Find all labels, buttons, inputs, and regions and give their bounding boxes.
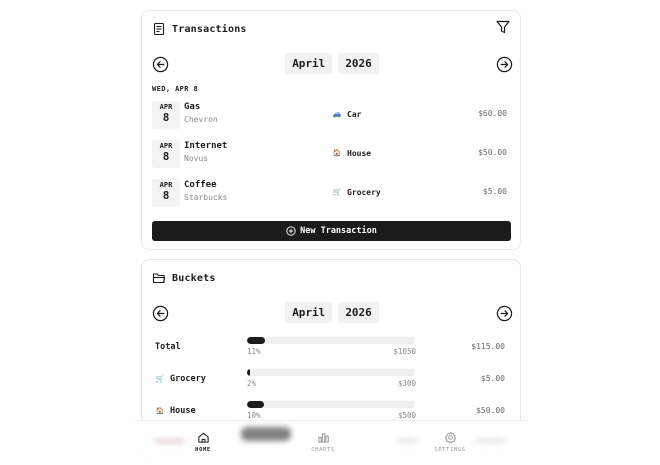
nav-charts-label: CHARTS: [311, 447, 335, 453]
car-icon: 🚙: [332, 110, 342, 118]
bottom-navigation: HOME CHARTS SETTINGS: [135, 420, 527, 465]
bucket-spent: $115.00: [471, 342, 505, 351]
transaction-amount: $5.00: [482, 187, 507, 196]
date-heading: WED, APR 8: [152, 85, 199, 93]
transaction-category: 🚙 Car: [332, 109, 362, 119]
buckets-month-selector: April 2026: [142, 302, 520, 324]
date-badge-day: 8: [162, 189, 170, 202]
home-icon: [197, 432, 209, 443]
month-pill[interactable]: April: [285, 53, 333, 74]
transaction-row[interactable]: APR 8 Coffee Starbucks 🛒 Grocery $5.00: [152, 179, 512, 207]
transaction-merchant: Starbucks: [184, 193, 228, 202]
transaction-name: Gas: [184, 102, 201, 112]
bucket-row-total[interactable]: Total 11% $1050 $115.00: [155, 337, 510, 366]
transaction-row[interactable]: APR 8 Gas Chevron 🚙 Car $60.00: [152, 101, 512, 129]
nav-home[interactable]: HOME: [181, 431, 225, 453]
transactions-header: Transactions: [152, 20, 247, 38]
bucket-name: 🛒 Grocery: [155, 374, 206, 384]
bucket-progress-fill: [247, 369, 251, 376]
bucket-progress-track: [247, 337, 415, 344]
date-badge: APR 8: [152, 101, 180, 129]
bucket-progress-fill: [247, 401, 264, 408]
bucket-name-label: House: [170, 406, 196, 416]
transaction-category: 🏠 House: [332, 148, 371, 158]
bucket-percent: 11%: [247, 347, 261, 356]
transaction-category-label: Grocery: [347, 187, 381, 197]
nav-settings-label: SETTINGS: [434, 447, 466, 453]
bar-chart-icon: [317, 433, 329, 443]
buckets-header: Buckets: [152, 269, 216, 287]
transactions-title: Transactions: [172, 23, 247, 35]
new-transaction-label: New Transaction: [300, 226, 377, 236]
date-badge-day: 8: [162, 111, 170, 124]
year-pill[interactable]: 2026: [338, 302, 379, 323]
transaction-merchant: Chevron: [184, 115, 218, 124]
nav-charts[interactable]: CHARTS: [301, 431, 345, 453]
transaction-category-label: House: [347, 148, 372, 158]
bucket-name-label: Total: [155, 342, 181, 352]
house-icon: 🏠: [155, 407, 165, 415]
house-icon: 🏠: [332, 149, 342, 157]
gear-icon: [444, 431, 456, 444]
transactions-card: Transactions April 2026 WED, APR 8 APR 8…: [141, 10, 521, 250]
transaction-amount: $60.00: [478, 109, 507, 118]
date-badge-month: APR: [159, 142, 173, 150]
folder-icon: [152, 273, 166, 284]
bucket-spent: $5.00: [480, 374, 505, 383]
filter-icon[interactable]: [495, 19, 511, 35]
transactions-month-selector: April 2026: [142, 53, 522, 75]
date-badge-month: APR: [159, 181, 173, 189]
nav-settings[interactable]: SETTINGS: [428, 431, 472, 453]
grocery-icon: 🛒: [155, 375, 165, 383]
transaction-row[interactable]: APR 8 Internet Novus 🏠 House $50.00: [152, 140, 512, 168]
date-badge-month: APR: [159, 103, 173, 111]
bucket-row-grocery[interactable]: 🛒 Grocery 2% $300 $5.00: [155, 369, 510, 398]
grocery-icon: 🛒: [332, 188, 342, 196]
transaction-name: Coffee: [184, 180, 217, 190]
nav-home-label: HOME: [195, 447, 211, 453]
transaction-category-label: Car: [347, 109, 362, 119]
bucket-progress-track: [247, 401, 415, 408]
bucket-progress-fill: [247, 337, 266, 344]
next-month-icon[interactable]: [496, 56, 513, 73]
transaction-merchant: Novus: [184, 154, 209, 163]
bucket-percent: 2%: [247, 379, 257, 388]
date-badge: APR 8: [152, 179, 180, 207]
bucket-spent: $50.00: [476, 406, 505, 415]
plus-circle-icon: [286, 226, 296, 236]
bucket-percent: 10%: [247, 411, 261, 420]
transaction-amount: $50.00: [478, 148, 507, 157]
next-month-icon[interactable]: [496, 305, 513, 322]
year-pill[interactable]: 2026: [338, 53, 379, 74]
date-badge-day: 8: [162, 150, 170, 163]
new-transaction-button[interactable]: New Transaction: [152, 221, 511, 241]
transaction-category: 🛒 Grocery: [332, 187, 381, 197]
bucket-progress-track: [247, 369, 415, 376]
bucket-name-label: Grocery: [170, 374, 206, 384]
month-pill[interactable]: April: [285, 302, 333, 323]
transaction-name: Internet: [184, 141, 228, 151]
receipt-icon: [153, 22, 165, 36]
bucket-limit: $300: [397, 379, 416, 388]
bucket-limit: $500: [397, 411, 416, 420]
bucket-limit: $1050: [393, 347, 416, 356]
bucket-name: 🏠 House: [155, 406, 196, 416]
buckets-title: Buckets: [172, 272, 216, 284]
bucket-name: Total: [155, 342, 181, 352]
date-badge: APR 8: [152, 140, 180, 168]
